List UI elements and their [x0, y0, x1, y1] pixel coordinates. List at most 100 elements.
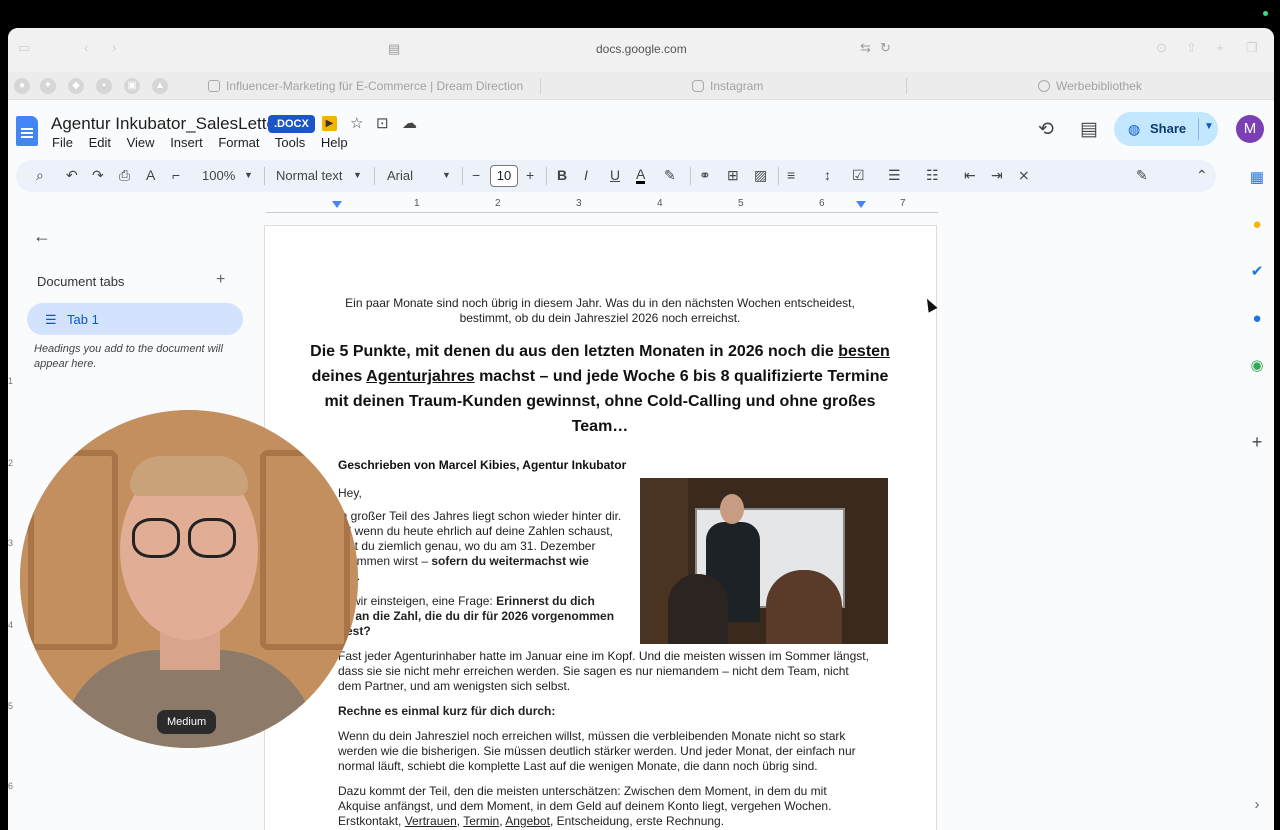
paint-format-icon[interactable]: ⌐ — [172, 167, 180, 183]
collapse-toolbar-icon[interactable]: ⌃ — [1196, 167, 1208, 184]
webcam-overlay[interactable] — [20, 410, 358, 748]
byline: Geschrieben von Marcel Kibies, Agentur I… — [338, 458, 627, 472]
sidebar-toggle-icon[interactable]: ▭ — [18, 40, 30, 56]
menu-help[interactable]: Help — [321, 135, 348, 150]
text-line: Fast jeder Agenturinhaber hatte im Janua… — [338, 649, 869, 663]
search-menus-icon[interactable]: ⌕ — [36, 167, 44, 184]
meta-icon — [1038, 80, 1050, 92]
add-addon-icon[interactable]: + — [1248, 432, 1266, 453]
keep-icon[interactable]: ● — [1248, 216, 1266, 233]
browser-tab[interactable]: Influencer-Marketing für E-Commerce | Dr… — [208, 72, 523, 100]
style-select[interactable]: Normal text — [276, 168, 342, 183]
redo-icon[interactable]: ↷ — [92, 167, 104, 184]
pinned-tab-icon[interactable]: ✦ — [40, 78, 56, 94]
webcam-size-label[interactable]: Medium — [157, 710, 217, 734]
tab-overview-icon[interactable]: ❐ — [1246, 40, 1258, 56]
document-title[interactable]: Agentur Inkubator_SalesLetter — [51, 114, 282, 134]
zoom-select[interactable]: 100% — [202, 168, 235, 183]
menu-tools[interactable]: Tools — [275, 135, 305, 150]
decrease-font-icon[interactable]: − — [472, 167, 480, 183]
horizontal-ruler[interactable]: 1 2 3 4 5 6 7 — [266, 198, 938, 214]
pinned-tab-icon[interactable]: ● — [14, 78, 30, 94]
numbered-list-icon[interactable]: ☷ — [926, 167, 939, 184]
checklist-icon[interactable]: ☑ — [852, 167, 865, 184]
text-color-icon[interactable]: A — [636, 167, 646, 184]
comments-icon[interactable]: ▤ — [1080, 118, 1098, 141]
add-tab-icon[interactable]: + — [216, 271, 225, 289]
line-spacing-icon[interactable]: ↕ — [824, 167, 831, 183]
right-indent-marker[interactable] — [856, 201, 866, 208]
bold-icon[interactable]: B — [557, 167, 567, 183]
version-history-icon[interactable]: ⟲ — [1038, 118, 1054, 141]
menu-format[interactable]: Format — [218, 135, 259, 150]
ruler-number: 6 — [819, 198, 825, 209]
font-size-input[interactable]: 10 — [490, 165, 518, 187]
chevron-right-icon[interactable]: › — [1248, 796, 1266, 813]
avatar[interactable]: M — [1236, 115, 1264, 143]
tab-document-icon: ☰ — [45, 312, 57, 327]
font-select[interactable]: Arial — [387, 168, 413, 183]
tasks-icon[interactable]: ✔ — [1248, 262, 1266, 280]
menu-view[interactable]: View — [127, 135, 155, 150]
chevron-down-icon[interactable]: ▼ — [353, 170, 362, 180]
highlight-icon[interactable]: ✎ — [664, 167, 676, 184]
add-comment-icon[interactable]: ⊞ — [727, 167, 739, 184]
chevron-down-icon[interactable]: ▼ — [244, 170, 253, 180]
doc-tab-label: Tab 1 — [67, 312, 99, 327]
download-icon[interactable]: ⊙ — [1156, 40, 1167, 56]
cloud-status-icon[interactable]: ☁ — [402, 114, 417, 132]
spellcheck-icon[interactable]: A — [146, 167, 155, 183]
back-icon[interactable]: ‹ — [84, 40, 88, 55]
address-bar[interactable]: docs.google.com — [596, 42, 687, 56]
text-line: ch an die Zahl, die du dir für 2026 vorg… — [338, 609, 638, 624]
outline-hint: Headings you add to the document will ap… — [34, 343, 223, 370]
reload-icon[interactable]: ↻ — [880, 40, 891, 56]
left-indent-marker[interactable] — [332, 201, 342, 208]
pinned-tab-icon[interactable]: ◆ — [68, 78, 84, 94]
text-line: in großer Teil des Jahres liegt schon wi… — [338, 509, 622, 523]
paragraph-5: Dazu kommt der Teil, den die meisten unt… — [338, 784, 898, 829]
insert-image-icon[interactable]: ▨ — [754, 167, 767, 184]
menu-edit[interactable]: Edit — [89, 135, 111, 150]
menu-insert[interactable]: Insert — [170, 135, 203, 150]
document-page[interactable]: Ein paar Monate sind noch übrig in diese… — [264, 225, 937, 830]
decrease-indent-icon[interactable]: ⇤ — [964, 167, 976, 184]
align-icon[interactable]: ≡ — [787, 167, 795, 183]
docs-logo-icon[interactable] — [16, 116, 38, 146]
star-icon[interactable]: ☆ — [350, 114, 363, 132]
increase-font-icon[interactable]: + — [526, 167, 534, 183]
undo-icon[interactable]: ↶ — [66, 167, 78, 184]
print-icon[interactable]: ⎙ — [119, 167, 130, 184]
doc-tab-1[interactable]: ☰ Tab 1 — [27, 303, 243, 335]
contacts-icon[interactable]: ● — [1248, 310, 1266, 327]
tab-favicon-icon — [208, 80, 220, 92]
new-tab-icon[interactable]: + — [1216, 40, 1224, 55]
bulleted-list-icon[interactable]: ☰ — [888, 167, 901, 184]
move-folder-icon[interactable]: ⊡ — [376, 114, 389, 132]
link-icon[interactable]: ⚭ — [699, 167, 711, 184]
calendar-icon[interactable]: ▦ — [1248, 168, 1266, 186]
bold-run: sofern du weitermachst wie — [431, 554, 589, 568]
editing-mode-icon[interactable]: ✎ — [1136, 167, 1148, 184]
pinned-tab-icon[interactable]: ▪ — [96, 78, 112, 94]
share-button[interactable]: ◍ Share ▼ — [1114, 112, 1218, 146]
increase-indent-icon[interactable]: ⇥ — [991, 167, 1003, 184]
pinned-tab-icon[interactable]: ▣ — [124, 78, 140, 94]
translate-icon[interactable]: ⇆ — [860, 40, 871, 56]
screen: ▭ ‹ › ▤ docs.google.com ⇆ ↻ ⊙ ⇧ + ❐ ● ✦ … — [0, 0, 1280, 830]
extension-icon[interactable]: ▶ — [322, 116, 337, 131]
share-page-icon[interactable]: ⇧ — [1186, 40, 1197, 56]
clear-formatting-icon[interactable]: ⨯ — [1018, 167, 1030, 184]
chevron-down-icon[interactable]: ▼ — [442, 170, 451, 180]
browser-tab[interactable]: Werbebibliothek — [1038, 72, 1142, 100]
close-outline-arrow-icon[interactable]: ← — [33, 226, 51, 247]
menu-file[interactable]: File — [52, 135, 73, 150]
forward-icon[interactable]: › — [112, 40, 116, 55]
pinned-tab-icon[interactable]: ▲ — [152, 78, 168, 94]
underline-icon[interactable]: U — [610, 167, 620, 183]
text-line: or wir einsteigen, eine Frage: Erinnerst… — [338, 594, 638, 609]
italic-icon[interactable]: I — [584, 167, 588, 183]
browser-tab[interactable]: Instagram — [692, 72, 763, 100]
chevron-down-icon[interactable]: ▼ — [1204, 121, 1214, 132]
maps-icon[interactable]: ◉ — [1248, 356, 1266, 374]
